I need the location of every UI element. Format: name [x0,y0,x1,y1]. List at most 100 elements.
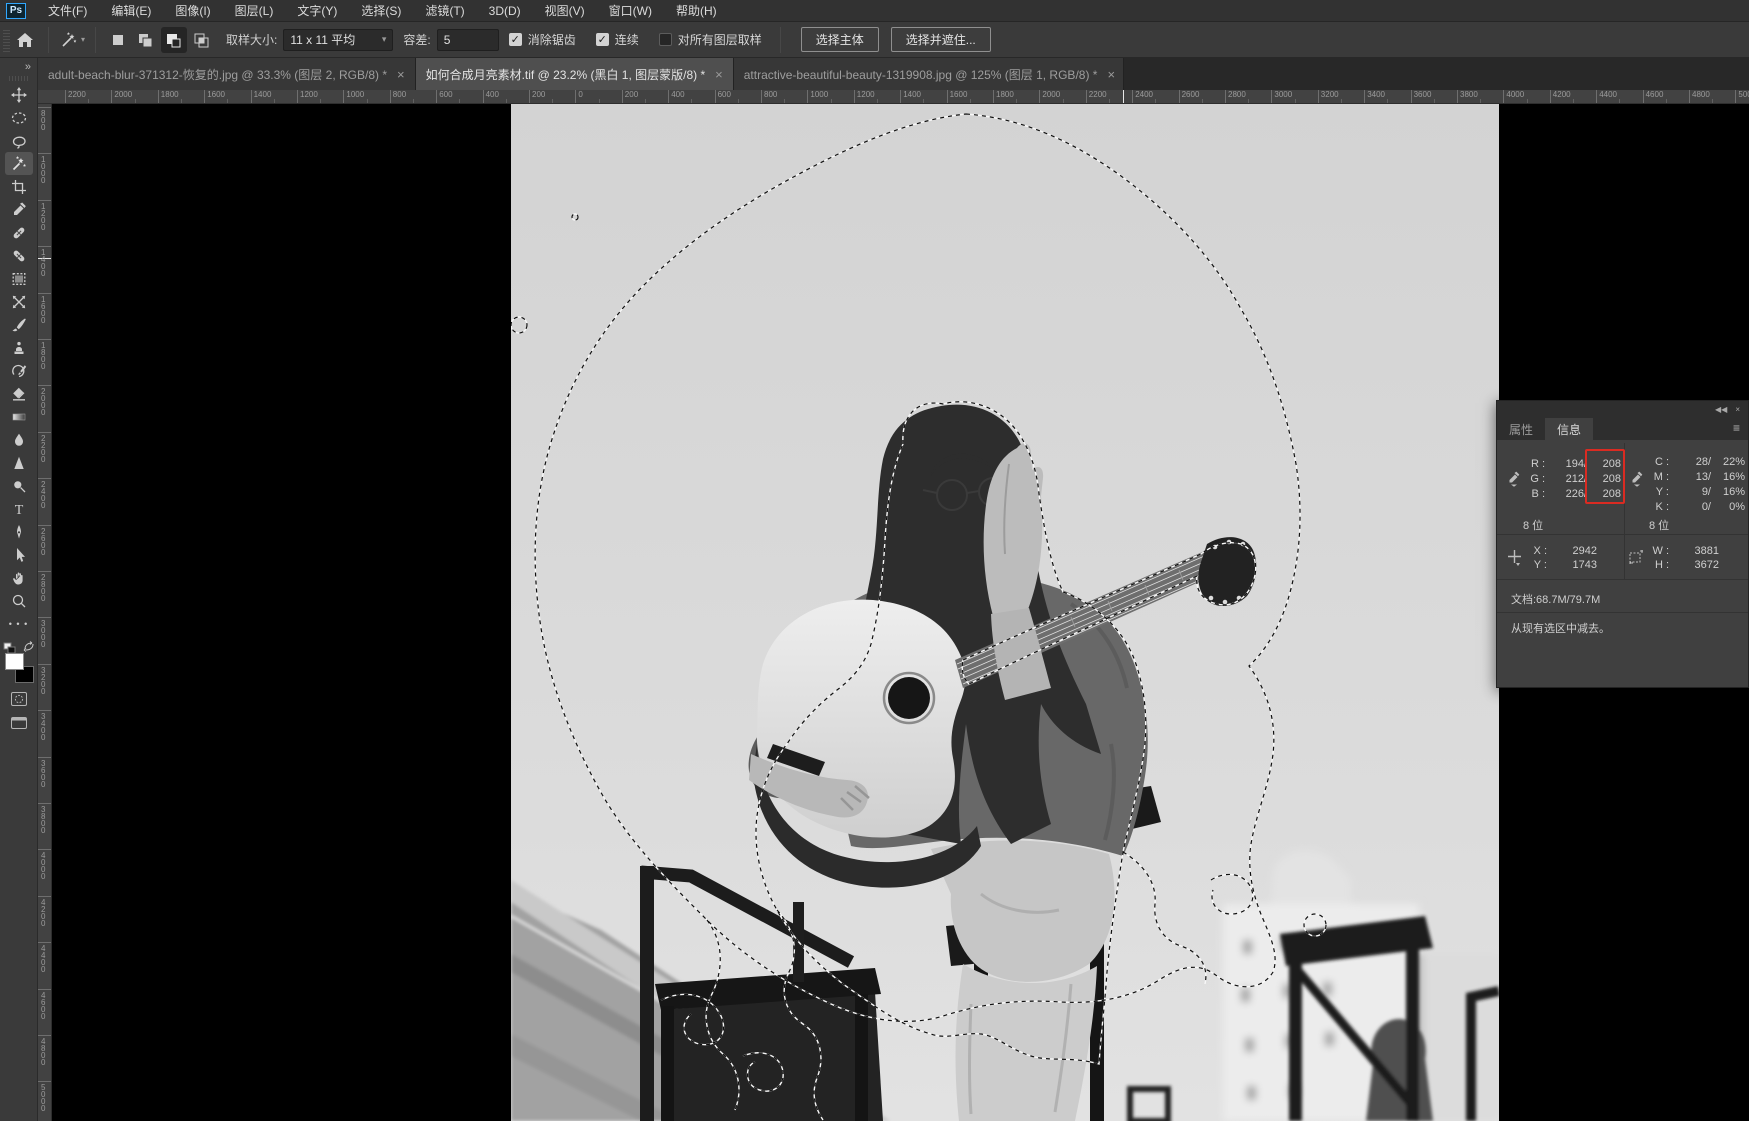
path-select-tool[interactable] [5,543,33,566]
menu-filter[interactable]: 滤镜(T) [413,0,476,22]
checkbox-icon[interactable] [659,33,672,46]
ruler-tick [1596,90,1597,103]
close-icon[interactable]: × [715,67,723,82]
close-panel-icon[interactable]: × [1735,405,1740,414]
tab-info[interactable]: 信息 [1545,418,1593,440]
panel-menu-icon[interactable]: ≡ [1733,421,1740,435]
pattern-stamp-tool[interactable] [5,267,33,290]
eraser-tool[interactable] [5,382,33,405]
ruler-label: 3 0 0 0 [41,620,45,648]
pen-tool[interactable] [5,520,33,543]
ruler-label: 4 2 0 0 [41,899,45,927]
photoshop-logo-icon[interactable]: Ps [6,3,26,19]
ruler-label: 4400 [1599,90,1617,99]
close-icon[interactable]: × [397,67,405,82]
toolbar-expand-icon[interactable]: » [25,58,31,76]
actual-color-eyedropper-icon[interactable] [1507,471,1521,487]
type-tool[interactable]: T [5,497,33,520]
sample-all-layers-checkbox[interactable]: 对所有图层取样 [659,31,762,48]
hand-tool[interactable] [5,566,33,589]
ruler-tick [900,90,901,103]
menu-layer[interactable]: 图层(L) [223,0,286,22]
tolerance-input[interactable] [437,29,499,51]
new-selection-mode-icon[interactable] [105,27,131,53]
ruler-tick [1527,99,1528,103]
subtract-from-selection-mode-icon[interactable] [161,27,187,53]
menu-window[interactable]: 窗口(W) [597,0,664,22]
toolbar-grip[interactable] [9,76,29,81]
ruler-tick [1109,99,1110,103]
blur-tool[interactable] [5,428,33,451]
ruler-tick [1086,90,1087,103]
ruler-tick [831,99,832,103]
sharpen-tool[interactable] [5,451,33,474]
canvas-pasteboard[interactable] [52,104,1749,1121]
ruler-vertical[interactable]: 8 0 01 0 0 01 2 0 01 4 0 01 6 0 01 8 0 0… [38,104,52,1121]
switch-colors-icon[interactable] [23,641,35,655]
magic-wand-tool[interactable] [5,152,33,175]
actual-color-eyedropper-icon[interactable] [1630,471,1644,487]
content-aware-move-tool[interactable] [5,290,33,313]
ruler-tick [1202,99,1203,103]
ruler-label: 2800 [1228,90,1246,99]
menu-help[interactable]: 帮助(H) [664,0,729,22]
sample-size-select[interactable]: 11 x 11 平均 ▾ [283,29,393,51]
spot-healing-brush-tool[interactable] [5,221,33,244]
ruler-label: 2200 [1089,90,1107,99]
document-tab-3[interactable]: attractive-beautiful-beauty-1319908.jpg … [734,58,1124,90]
ruler-tick [1155,99,1156,103]
foreground-color-swatch[interactable] [5,653,24,670]
document-tab-2-active[interactable]: 如何合成月亮素材.tif @ 23.2% (黑白 1, 图层蒙版/8) * × [416,58,734,90]
anti-alias-checkbox[interactable]: ✓ 消除锯齿 [509,31,576,48]
chevron-down-icon[interactable]: ▾ [81,35,85,44]
menu-type[interactable]: 文字(Y) [285,0,349,22]
checkbox-icon[interactable]: ✓ [596,33,609,46]
add-to-selection-mode-icon[interactable] [133,27,159,53]
intersect-selection-mode-icon[interactable] [189,27,215,53]
menu-image[interactable]: 图像(I) [163,0,222,22]
brush-tool[interactable] [5,313,33,336]
dodge-tool[interactable] [5,474,33,497]
more-tools[interactable]: • • • [5,612,33,635]
screen-mode-icon[interactable] [5,711,33,735]
elliptical-marquee-tool[interactable] [5,106,33,129]
ruler-tick [1666,99,1667,103]
collapse-panel-icon[interactable]: ◀◀ [1715,405,1727,414]
checkbox-icon[interactable]: ✓ [509,33,522,46]
options-grip[interactable] [3,28,10,52]
select-and-mask-button[interactable]: 选择并遮住... [891,27,991,52]
document-tab-1[interactable]: adult-beach-blur-371312-恢复的.jpg @ 33.3% … [38,58,416,90]
eyedropper-tool[interactable] [5,198,33,221]
ruler-tick [181,99,182,103]
zoom-tool[interactable] [5,589,33,612]
ruler-label: 2 8 0 0 [41,574,45,602]
info-row-m: M :13/16% [1645,471,1745,483]
menu-view[interactable]: 视图(V) [533,0,597,22]
ruler-label: 4800 [1692,90,1710,99]
crop-tool[interactable] [5,175,33,198]
menu-select[interactable]: 选择(S) [349,0,413,22]
panel-header: ◀◀ × [1497,401,1748,417]
menu-3d[interactable]: 3D(D) [477,0,533,22]
ruler-tick [738,99,739,103]
magic-wand-preset-icon[interactable]: ▾ [57,26,87,54]
history-brush-tool[interactable] [5,359,33,382]
close-icon[interactable]: × [1107,67,1115,82]
select-subject-button[interactable]: 选择主体 [801,27,879,52]
clone-stamp-tool[interactable] [5,336,33,359]
ruler-tick [645,99,646,103]
home-icon[interactable] [10,26,40,54]
ruler-horizontal[interactable]: 2200200018001600140012001000800600400200… [38,90,1749,104]
gradient-tool[interactable] [5,405,33,428]
healing-brush-tool[interactable] [5,244,33,267]
contiguous-checkbox[interactable]: ✓ 连续 [596,31,639,48]
tab-properties[interactable]: 属性 [1497,418,1545,440]
quick-mask-icon[interactable] [5,687,33,711]
photo-canvas[interactable] [511,104,1499,1121]
menu-edit[interactable]: 编辑(E) [99,0,163,22]
menu-file[interactable]: 文件(F) [36,0,99,22]
lasso-tool[interactable] [5,129,33,152]
ruler-label: 1 6 0 0 [41,296,45,324]
ruler-label: 800 [393,90,406,99]
move-tool[interactable] [5,83,33,106]
